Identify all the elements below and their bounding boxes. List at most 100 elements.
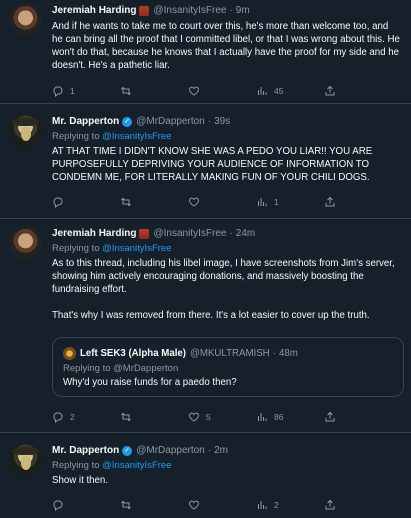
reply-icon: [53, 500, 63, 511]
views-button[interactable]: 45: [256, 85, 324, 97]
emoji-badge-icon: [139, 229, 150, 239]
author-handle[interactable]: @MrDapperton: [136, 115, 205, 129]
avatar-hat: [12, 447, 39, 455]
separator-dot: ·: [207, 445, 212, 456]
share-button[interactable]: [324, 85, 344, 97]
tweet-feed: Jeremiah Harding @InsanityIsFree · 9m An…: [0, 0, 411, 518]
heart-icon: [189, 197, 199, 207]
tweet-header: Mr. Dapperton ✓ @MrDapperton · 2m: [52, 444, 401, 458]
author-handle[interactable]: @InsanityIsFree: [153, 4, 226, 18]
avatar-jeremiah[interactable]: [9, 226, 42, 259]
views-icon: [258, 501, 267, 509]
share-button[interactable]: [324, 499, 344, 511]
replying-prefix: Replying to: [52, 460, 100, 471]
views-icon: [258, 198, 267, 206]
retweet-button[interactable]: [120, 196, 188, 208]
author-handle[interactable]: @MrDapperton: [136, 444, 205, 458]
tweet-paragraph: AT THAT TIME I DIDN'T KNOW SHE WAS A PED…: [52, 146, 373, 183]
retweet-button[interactable]: [120, 85, 188, 97]
emoji-badge-icon: [139, 6, 150, 16]
avatar-hat: [12, 118, 39, 126]
views-count: 86: [274, 412, 284, 422]
tweet-header: Mr. Dapperton ✓ @MrDapperton · 39s: [52, 115, 401, 129]
reply-icon: [53, 197, 63, 208]
tweet-actions: 2 5 86: [52, 410, 352, 424]
views-button[interactable]: 1: [256, 196, 324, 208]
author-name[interactable]: Jeremiah Harding: [52, 4, 136, 18]
avatar-mask: [21, 127, 31, 141]
retweet-button[interactable]: [120, 499, 188, 511]
replying-mention-link[interactable]: @InsanityIsFree: [102, 243, 171, 254]
retweet-icon: [121, 500, 131, 510]
replying-prefix: Replying to: [52, 131, 100, 142]
tweet-header: Jeremiah Harding @InsanityIsFree · 24m: [52, 227, 401, 241]
avatar-dapperton[interactable]: [9, 114, 42, 147]
avatar-jeremiah[interactable]: [9, 3, 42, 36]
tweet-text: Show it then.: [52, 474, 401, 487]
tweet-paragraph: As to this thread, including his libel i…: [52, 258, 395, 295]
reply-button[interactable]: 2: [52, 411, 120, 423]
timestamp[interactable]: 24m: [236, 227, 255, 241]
quoted-timestamp[interactable]: 48m: [279, 348, 298, 359]
reply-icon: [53, 412, 63, 423]
verified-badge-icon: ✓: [122, 117, 133, 127]
views-button[interactable]: 86: [256, 411, 324, 423]
tweet-header: Jeremiah Harding @InsanityIsFree · 9m: [52, 4, 401, 18]
tweet-3[interactable]: Jeremiah Harding @InsanityIsFree · 24m R…: [0, 219, 411, 432]
tweet-paragraph: Show it then.: [52, 475, 109, 486]
replying-mention-link[interactable]: @InsanityIsFree: [102, 460, 171, 471]
quoted-author-handle[interactable]: @MKULTRAMISH: [190, 348, 270, 359]
heart-icon: [189, 412, 199, 422]
views-count: 45: [274, 86, 284, 96]
tweet-text: AT THAT TIME I DIDN'T KNOW SHE WAS A PED…: [52, 145, 401, 184]
like-button[interactable]: 5: [188, 411, 256, 423]
like-button[interactable]: [188, 85, 256, 97]
like-button[interactable]: [188, 196, 256, 208]
author-name[interactable]: Mr. Dapperton: [52, 115, 119, 129]
reply-icon: [53, 86, 63, 97]
heart-icon: [189, 86, 199, 96]
quoted-tweet-header: Left SEK3 (Alpha Male) @MKULTRAMISH · 48…: [63, 346, 393, 360]
tweet-paragraph: That's why I was removed from there. It'…: [52, 310, 370, 321]
reply-button[interactable]: [52, 499, 120, 511]
quoted-author-name[interactable]: Left SEK3 (Alpha Male): [80, 348, 186, 359]
author-name[interactable]: Jeremiah Harding: [52, 227, 136, 241]
author-handle[interactable]: @InsanityIsFree: [153, 227, 226, 241]
tweet-actions: 1: [52, 195, 352, 209]
tweet-paragraph: And if he wants to take me to court over…: [52, 21, 400, 71]
quoted-replying-to: Replying to @MrDapperton: [63, 363, 179, 374]
like-button[interactable]: [188, 499, 256, 511]
reply-button[interactable]: 1: [52, 85, 120, 97]
tweet-actions: 2: [52, 498, 352, 512]
tweet-2[interactable]: Mr. Dapperton ✓ @MrDapperton · 39s Reply…: [0, 104, 411, 218]
share-button[interactable]: [324, 196, 344, 208]
separator-dot: ·: [207, 116, 212, 127]
separator-dot: ·: [229, 228, 233, 239]
retweet-icon: [121, 412, 131, 422]
share-icon: [325, 85, 335, 96]
avatar-dapperton[interactable]: [9, 443, 42, 476]
replying-mention-link[interactable]: @InsanityIsFree: [102, 131, 171, 142]
views-button[interactable]: 2: [256, 499, 324, 511]
timestamp[interactable]: 2m: [214, 444, 228, 458]
tweet-actions: 1 45: [52, 84, 352, 98]
timestamp[interactable]: 9m: [236, 4, 250, 18]
reply-button[interactable]: [52, 196, 120, 208]
tweet-1[interactable]: Jeremiah Harding @InsanityIsFree · 9m An…: [0, 0, 411, 103]
share-button[interactable]: [324, 411, 344, 423]
views-icon: [258, 87, 267, 95]
share-icon: [325, 411, 335, 422]
verified-badge-icon: ✓: [122, 446, 133, 456]
author-name[interactable]: Mr. Dapperton: [52, 444, 119, 458]
quoted-avatar[interactable]: [63, 346, 76, 360]
like-count: 5: [206, 412, 211, 422]
tweet-4[interactable]: Mr. Dapperton ✓ @MrDapperton · 2m Replyi…: [0, 433, 411, 518]
quoted-tweet-text: Why'd you raise funds for a paedo then?: [63, 377, 237, 388]
retweet-button[interactable]: [120, 411, 188, 423]
replying-to: Replying to @InsanityIsFree: [52, 242, 401, 255]
share-icon: [325, 499, 335, 510]
tweet-text: And if he wants to take me to court over…: [52, 20, 401, 72]
heart-icon: [189, 500, 199, 510]
timestamp[interactable]: 39s: [214, 115, 230, 129]
quoted-tweet[interactable]: Left SEK3 (Alpha Male) @MKULTRAMISH · 48…: [52, 337, 404, 397]
